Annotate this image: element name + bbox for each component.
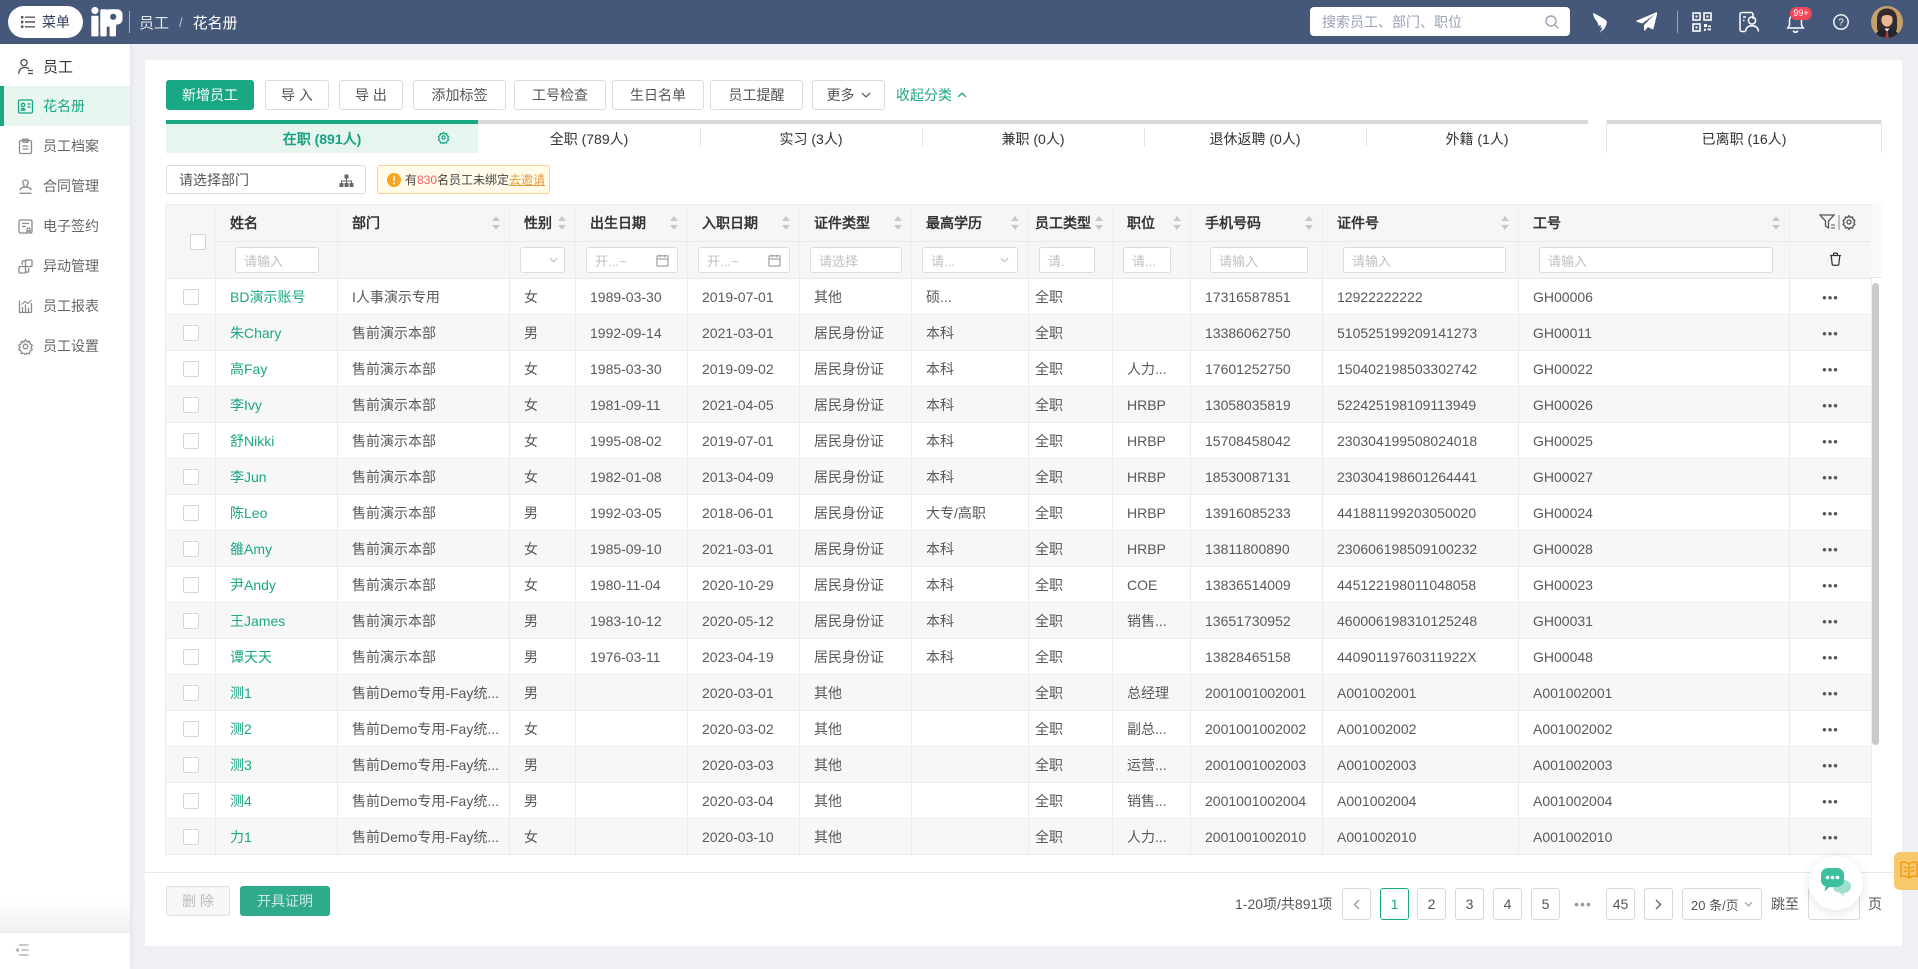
- svg-text:?: ?: [1838, 18, 1844, 29]
